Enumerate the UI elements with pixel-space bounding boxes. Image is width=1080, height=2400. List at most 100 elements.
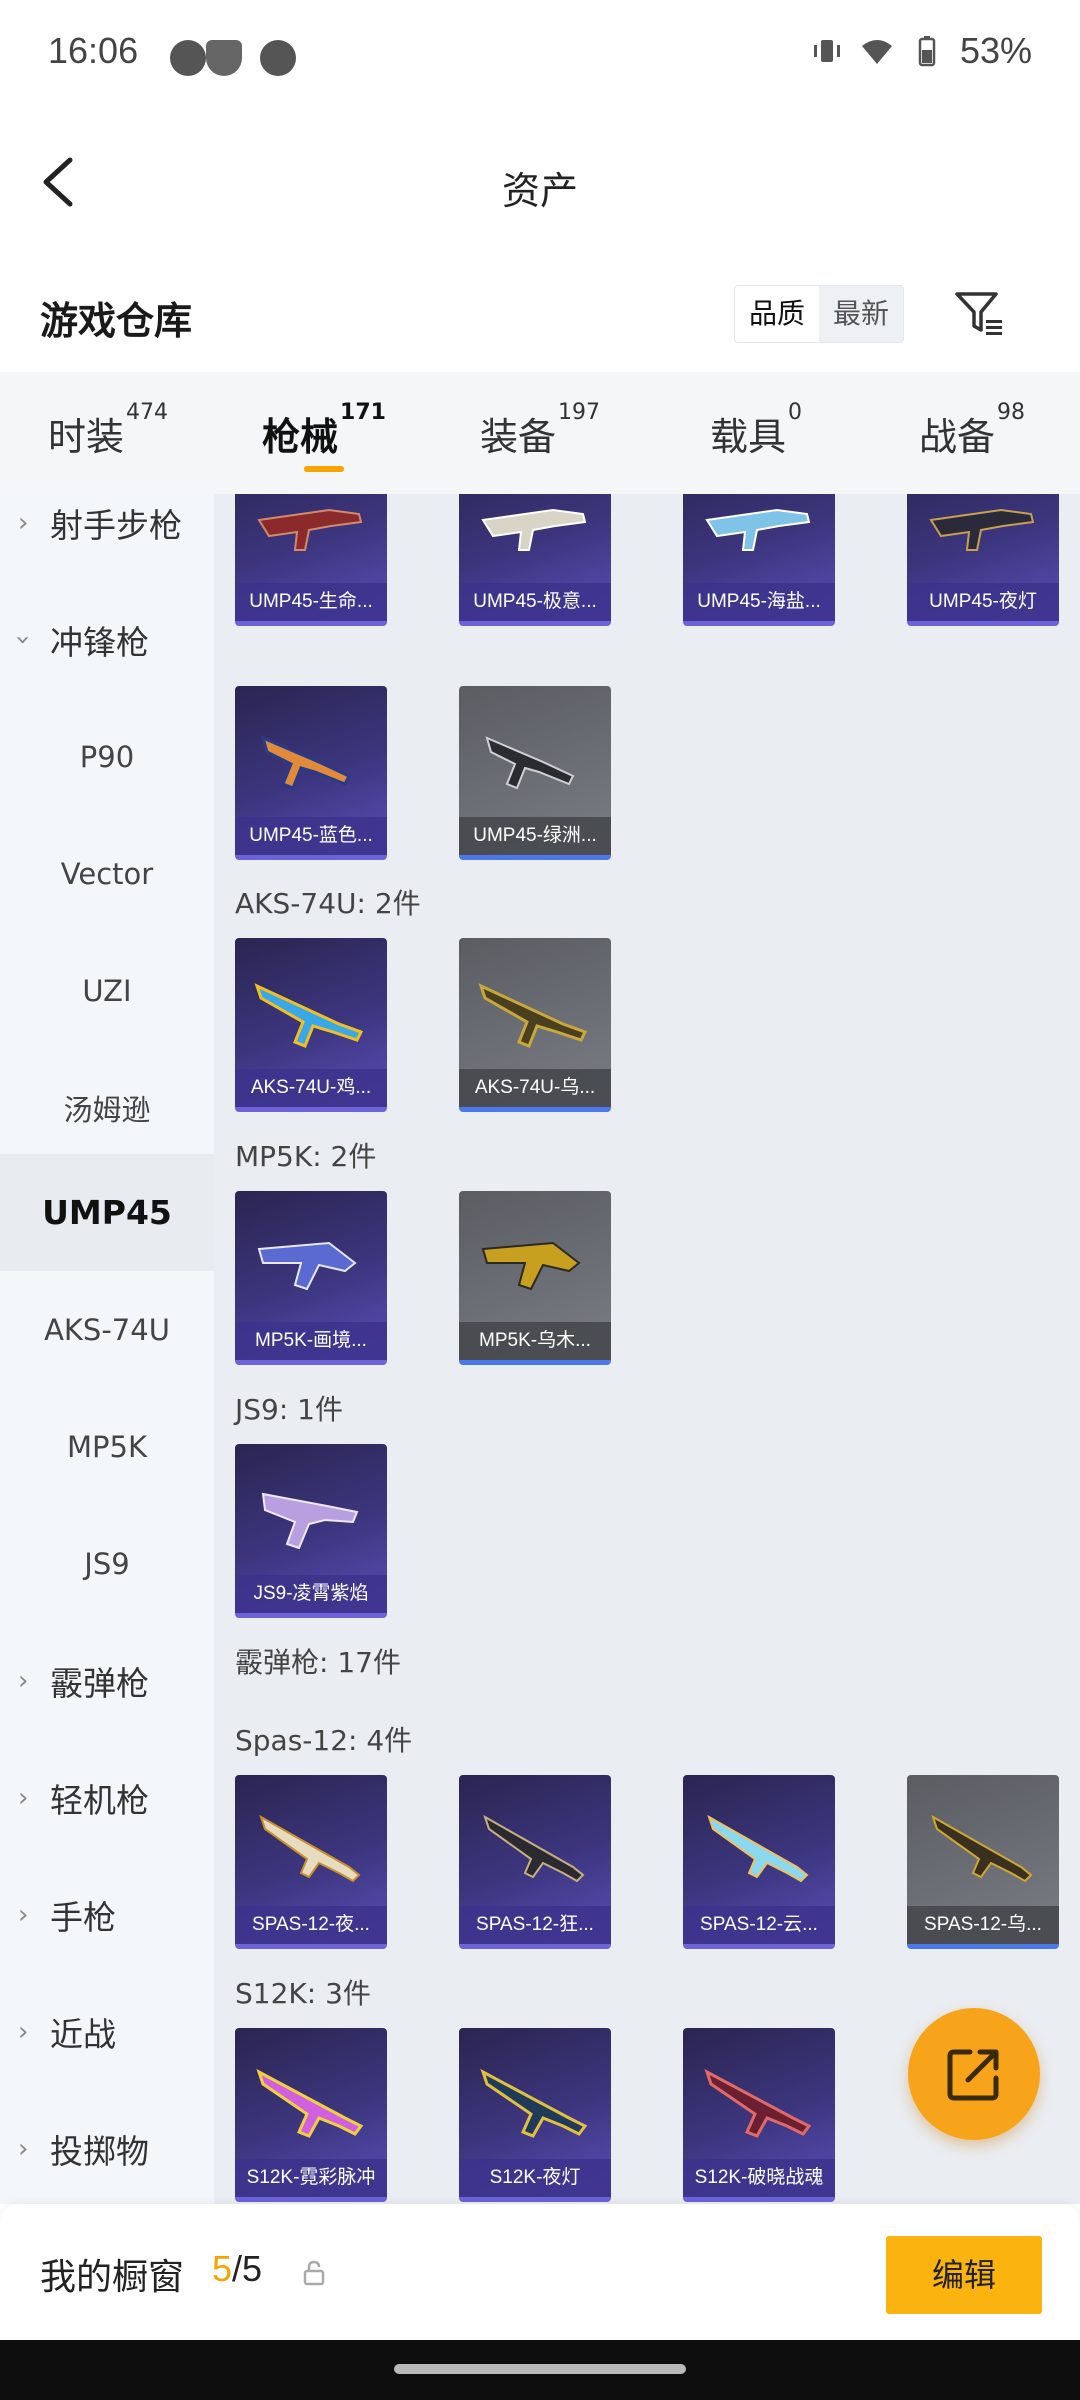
warehouse-header: 游戏仓库 品质 最新 [0,260,1080,372]
status-right: 53% [810,30,1032,72]
weapon-card-name: SPAS-12-云... [683,1906,835,1944]
gesture-bar [0,2340,1080,2400]
sidebar-item-label: 轻机枪 [50,1780,149,1820]
tab-count: 0 [788,400,802,425]
weapon-card[interactable]: MP5K-画境... [235,1191,387,1365]
rifle-icon [478,983,588,1048]
chevron-right-icon: › [18,1899,29,1930]
sort-quality-button[interactable]: 品质 [735,286,820,342]
weapon-card-name: MP5K-乌木... [459,1322,611,1360]
sidebar-item-label: 射手步枪 [50,505,182,545]
weapon-card[interactable]: S12K-破晓战魂 [683,2028,835,2202]
weapon-card[interactable]: UMP45-绿洲... [459,686,611,860]
weapon-card[interactable]: SPAS-12-云... [683,1775,835,1949]
sort-latest-button[interactable]: 最新 [819,286,904,342]
sidebar-item-shotgun[interactable]: › 霰弹枪 [0,1622,214,1739]
chevron-right-icon: › [18,1782,29,1813]
sidebar-item-mp5k[interactable]: MP5K [0,1388,214,1505]
tab-equipment[interactable]: 装备197 [432,372,648,494]
weapon-card[interactable]: UMP45-夜灯 [907,494,1059,626]
tab-count: 197 [558,400,600,425]
chevron-right-icon: › [18,2133,29,2164]
sidebar-item-p90[interactable]: P90 [0,698,214,815]
group-heading: JS9: 1件 [235,1393,343,1426]
weapon-card-name: S12K-霓彩脉冲 [235,2159,387,2197]
sidebar-item-ump45[interactable]: UMP45 [0,1154,214,1271]
weapon-card-name: AKS-74U-乌... [459,1069,611,1107]
chevron-right-icon: › [18,2016,29,2047]
motorola-icon [260,40,296,76]
tab-vehicles[interactable]: 载具0 [648,372,864,494]
weapon-card[interactable]: UMP45-生命... [235,494,387,626]
weapon-card[interactable]: MP5K-乌木... [459,1191,611,1365]
sidebar-item-js9[interactable]: JS9 [0,1505,214,1622]
sidebar-item-vector[interactable]: Vector [0,815,214,932]
tab-label: 时装 [47,415,124,459]
weapon-card[interactable]: UMP45-海盐... [683,494,835,626]
group-heading: S12K: 3件 [235,1977,371,2010]
shotgun-icon [480,2068,588,2138]
weapon-card-name: SPAS-12-夜... [235,1906,387,1944]
battery-icon [918,36,936,67]
smg-icon [705,508,811,551]
filter-icon[interactable] [952,286,1006,340]
weapon-card[interactable]: JS9-凌霄紫焰 [235,1444,387,1618]
tab-fashion[interactable]: 时装474 [0,372,216,494]
sidebar-item-label: 投掷物 [50,2131,149,2171]
weapon-card[interactable]: SPAS-12-狂... [459,1775,611,1949]
sidebar-item-pistol[interactable]: › 手枪 [0,1856,214,1973]
tab-count: 98 [997,400,1025,425]
sidebar-item-throwable[interactable]: › 投掷物 [0,2090,214,2204]
showcase-current: 5 [212,2248,233,2289]
smg-icon [481,1241,581,1291]
chevron-down-icon: › [8,634,39,645]
sidebar-item-smg[interactable]: › 冲锋枪 [0,581,214,698]
smg-icon [261,1492,359,1550]
weapon-card[interactable]: SPAS-12-乌... [907,1775,1059,1949]
weapon-card[interactable]: S12K-夜灯 [459,2028,611,2202]
weapon-card[interactable]: AKS-74U-鸡... [235,938,387,1112]
tab-count: 474 [126,400,168,425]
sidebar-item-label: Vector [60,856,154,891]
weapon-card-name: UMP45-生命... [235,583,387,621]
group-heading: MP5K: 2件 [235,1140,377,1173]
shotgun-icon [259,1814,361,1883]
weapon-card-name: S12K-破晓战魂 [683,2159,835,2197]
weapon-grid: UMP45-生命... UMP45-极意... UMP45-海盐... UMP4… [214,494,1080,2204]
weapon-card[interactable]: UMP45-蓝色... [235,686,387,860]
weapon-card-name: UMP45-极意... [459,583,611,621]
edit-button[interactable]: 编辑 [886,2236,1042,2314]
tab-firearms[interactable]: 枪械171 [216,372,432,494]
smg-icon [481,508,587,551]
sidebar-item-label: 汤姆逊 [63,1092,151,1127]
sidebar-item-melee[interactable]: › 近战 [0,1973,214,2090]
weapon-card-name: JS9-凌霄紫焰 [235,1575,387,1613]
shotgun-icon [931,1814,1033,1883]
chevron-right-icon: › [18,1665,29,1696]
chevron-right-icon: › [18,507,29,538]
battery-percent: 53% [959,30,1032,71]
weapon-card[interactable]: S12K-霓彩脉冲 [235,2028,387,2202]
share-fab[interactable] [908,2008,1040,2140]
weapon-card[interactable]: AKS-74U-乌... [459,938,611,1112]
weapon-card[interactable]: UMP45-极意... [459,494,611,626]
sidebar-item-label: 近战 [50,2014,116,2054]
weapon-sidebar: › 射手步枪 › 冲锋枪 P90 Vector UZI 汤姆逊 UMP45 AKS-… [0,494,214,2204]
sidebar-item-marksman-rifle[interactable]: › 射手步枪 [0,494,214,581]
home-indicator[interactable] [394,2364,686,2374]
sidebar-item-aks74u[interactable]: AKS-74U [0,1271,214,1388]
weapon-card-name: UMP45-夜灯 [907,583,1059,621]
weapon-card[interactable]: SPAS-12-夜... [235,1775,387,1949]
sidebar-item-uzi[interactable]: UZI [0,932,214,1049]
smg-icon [260,735,352,790]
external-link-icon [947,2049,999,2101]
sidebar-item-label: 手枪 [50,1897,116,1937]
page-title: 资产 [501,169,578,213]
weapon-card-name: S12K-夜灯 [459,2159,611,2197]
group-heading: 霰弹枪: 17件 [235,1646,401,1679]
weapon-card-name: UMP45-绿洲... [459,817,611,855]
showcase-total: /5 [232,2248,263,2289]
tab-supplies[interactable]: 战备98 [864,372,1080,494]
sidebar-item-lmg[interactable]: › 轻机枪 [0,1739,214,1856]
sidebar-item-thompson[interactable]: 汤姆逊 [0,1049,214,1166]
